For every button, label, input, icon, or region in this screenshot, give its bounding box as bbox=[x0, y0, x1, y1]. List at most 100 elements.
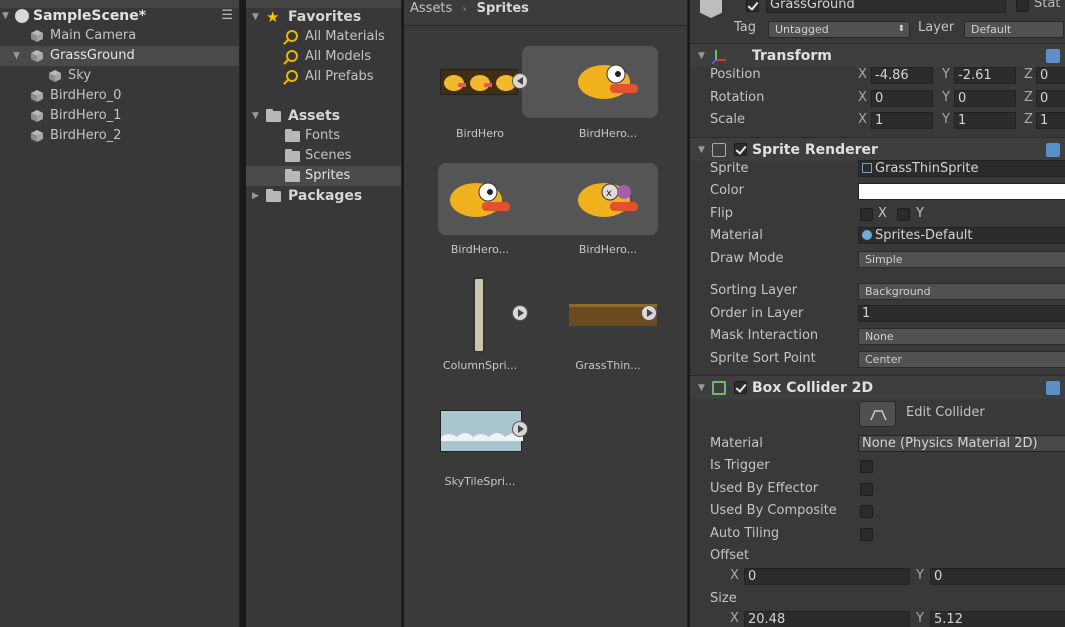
hierarchy-item-birdhero-2[interactable]: BirdHero_2 bbox=[0, 126, 239, 146]
size-x-input[interactable]: 20.48 bbox=[744, 611, 910, 627]
scale-z-input[interactable]: 1 bbox=[1036, 112, 1065, 129]
tree-label: All Materials bbox=[305, 29, 385, 44]
size-values-row: X 20.48 Y 5.12 bbox=[690, 608, 1065, 627]
breadcrumb-sprites[interactable]: Sprites bbox=[477, 1, 529, 16]
help-icon[interactable] bbox=[1046, 49, 1060, 63]
used-by-composite-checkbox[interactable] bbox=[860, 505, 873, 518]
collapse-triangle-icon[interactable]: ▼ bbox=[252, 106, 259, 126]
tree-favorites[interactable]: ▼ ★ Favorites bbox=[246, 7, 401, 27]
tree-fav-all-models[interactable]: All Models bbox=[246, 47, 401, 67]
hierarchy-item-sky[interactable]: Sky bbox=[0, 66, 239, 86]
breadcrumb-assets[interactable]: Assets bbox=[410, 1, 452, 16]
scale-x-input[interactable]: 1 bbox=[871, 112, 933, 129]
expand-subassets-button[interactable] bbox=[512, 305, 528, 321]
position-x-input[interactable]: -4.86 bbox=[871, 67, 933, 84]
enabled-checkbox[interactable] bbox=[734, 381, 747, 394]
axis-x: X bbox=[730, 611, 739, 626]
position-z-input[interactable]: 0 bbox=[1036, 67, 1065, 84]
enabled-checkbox[interactable] bbox=[734, 143, 747, 156]
layer-dropdown[interactable]: Default bbox=[964, 21, 1064, 38]
tree-fav-all-prefabs[interactable]: All Prefabs bbox=[246, 67, 401, 87]
axis-y: Y bbox=[916, 568, 924, 583]
asset-thumb-birdhero-3[interactable]: x bbox=[576, 180, 640, 220]
material-icon bbox=[862, 230, 872, 240]
help-icon[interactable] bbox=[1046, 143, 1060, 157]
order-in-layer-input[interactable]: 1 bbox=[858, 305, 1065, 322]
layer-label: Layer bbox=[918, 20, 955, 35]
asset-thumb-columnsprite[interactable] bbox=[473, 277, 485, 353]
tree-packages[interactable]: ▶ Packages bbox=[246, 186, 401, 206]
asset-thumb-birdhero[interactable] bbox=[440, 69, 518, 95]
offset-label: Offset bbox=[710, 548, 750, 563]
box-collider-header[interactable]: ▼ Box Collider 2D bbox=[690, 375, 1065, 399]
position-label: Position bbox=[710, 67, 761, 82]
physics-material-field[interactable]: None (Physics Material 2D) bbox=[858, 435, 1065, 452]
tree-label: Scenes bbox=[305, 148, 352, 163]
rotation-y-input[interactable]: 0 bbox=[954, 90, 1016, 107]
offset-y-input[interactable]: 0 bbox=[930, 568, 1065, 585]
size-y-input[interactable]: 5.12 bbox=[930, 611, 1065, 627]
scene-menu-icon[interactable]: ☰ bbox=[221, 6, 233, 26]
tree-assets[interactable]: ▼ Assets bbox=[246, 106, 401, 126]
tree-fav-all-materials[interactable]: All Materials bbox=[246, 27, 401, 47]
collapse-subassets-button[interactable] bbox=[512, 73, 528, 89]
asset-thumb-birdhero-2[interactable] bbox=[448, 180, 512, 220]
is-trigger-checkbox[interactable] bbox=[860, 460, 873, 473]
search-icon bbox=[286, 50, 298, 62]
flip-y-checkbox[interactable] bbox=[897, 208, 910, 221]
mask-interaction-dropdown[interactable]: None bbox=[858, 328, 1065, 345]
scene-row[interactable]: ▼ SampleScene* ☰ bbox=[0, 6, 239, 26]
auto-tiling-checkbox[interactable] bbox=[860, 528, 873, 541]
collapse-triangle-icon[interactable]: ▼ bbox=[2, 6, 9, 26]
rotation-x-input[interactable]: 0 bbox=[871, 90, 933, 107]
gameobject-icon bbox=[31, 30, 43, 42]
svg-text:x: x bbox=[606, 188, 612, 199]
size-label: Size bbox=[710, 591, 737, 606]
hierarchy-item-birdhero-1[interactable]: BirdHero_1 bbox=[0, 106, 239, 126]
rotation-z-input[interactable]: 0 bbox=[1036, 90, 1065, 107]
hierarchy-item-grassground[interactable]: ▼ GrassGround bbox=[0, 46, 239, 66]
tree-folder-sprites[interactable]: Sprites bbox=[246, 166, 401, 186]
box-collider-icon bbox=[712, 381, 726, 395]
hierarchy-item-main-camera[interactable]: Main Camera bbox=[0, 26, 239, 46]
position-y-input[interactable]: -2.61 bbox=[954, 67, 1016, 84]
object-name-input[interactable]: GrassGround bbox=[766, 0, 1006, 13]
axis-z: Z bbox=[1024, 112, 1033, 127]
tag-dropdown[interactable]: Untagged ⬍ bbox=[768, 21, 910, 38]
color-swatch[interactable] bbox=[858, 183, 1065, 200]
offset-x-input[interactable]: 0 bbox=[744, 568, 910, 585]
hierarchy-item-birdhero-0[interactable]: BirdHero_0 bbox=[0, 86, 239, 106]
layer-value: Default bbox=[971, 23, 1012, 36]
sprite-sort-point-label: Sprite Sort Point bbox=[710, 351, 816, 366]
scale-y-input[interactable]: 1 bbox=[954, 112, 1016, 129]
asset-label: GrassThin... bbox=[575, 359, 641, 372]
collapse-triangle-icon[interactable]: ▼ bbox=[698, 376, 705, 400]
auto-tiling-row: Auto Tiling bbox=[690, 523, 1065, 545]
search-icon bbox=[286, 30, 298, 42]
color-row: Color bbox=[690, 180, 1065, 202]
flip-x-checkbox[interactable] bbox=[860, 208, 873, 221]
axis-y: Y bbox=[942, 112, 950, 127]
used-by-effector-checkbox[interactable] bbox=[860, 483, 873, 496]
sprite-value: GrassThinSprite bbox=[875, 161, 979, 176]
static-label: Stat bbox=[1034, 0, 1061, 11]
sprite-sort-point-dropdown[interactable]: Center bbox=[858, 351, 1065, 368]
help-icon[interactable] bbox=[1046, 381, 1060, 395]
expand-subassets-button[interactable] bbox=[512, 421, 528, 437]
expand-triangle-icon[interactable]: ▶ bbox=[252, 186, 259, 206]
collapse-triangle-icon[interactable]: ▼ bbox=[252, 7, 259, 27]
sorting-layer-dropdown[interactable]: Background bbox=[858, 283, 1065, 300]
draw-mode-dropdown[interactable]: Simple bbox=[858, 251, 1065, 268]
edit-collider-button[interactable] bbox=[859, 401, 896, 427]
static-checkbox[interactable] bbox=[1016, 0, 1029, 12]
axis-x: X bbox=[730, 568, 739, 583]
tree-folder-fonts[interactable]: Fonts bbox=[246, 126, 401, 146]
expand-subassets-button[interactable] bbox=[641, 305, 657, 321]
expand-triangle-icon[interactable]: ▼ bbox=[13, 46, 20, 66]
sprite-object-field[interactable]: GrassThinSprite bbox=[858, 160, 1065, 177]
asset-thumb-birdhero-1[interactable] bbox=[576, 62, 640, 102]
material-object-field[interactable]: Sprites-Default bbox=[858, 227, 1065, 244]
active-checkbox[interactable] bbox=[746, 0, 759, 12]
asset-thumb-skytilesprite[interactable] bbox=[440, 410, 523, 452]
tree-folder-scenes[interactable]: Scenes bbox=[246, 146, 401, 166]
